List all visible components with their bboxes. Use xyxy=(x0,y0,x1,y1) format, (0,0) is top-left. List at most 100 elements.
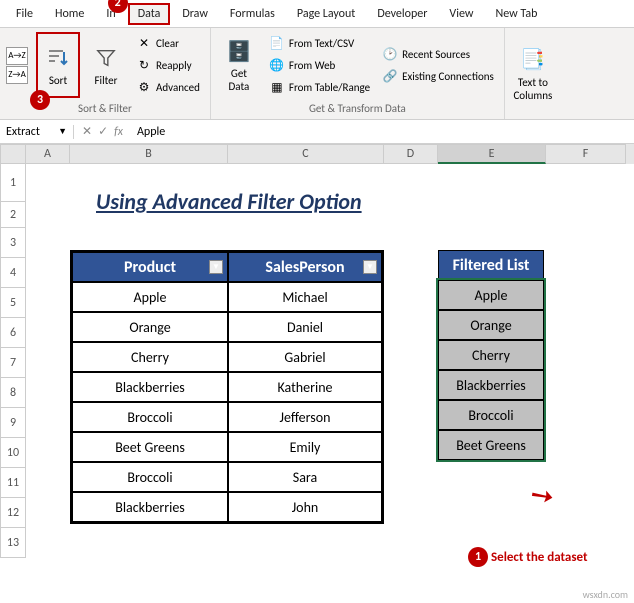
col-header-b[interactable]: B xyxy=(70,144,228,164)
row-header[interactable]: 9 xyxy=(0,408,26,438)
accept-icon[interactable]: ✓ xyxy=(98,124,108,139)
callout-badge-1: 1 xyxy=(468,547,488,567)
reapply-button[interactable]: ↻Reapply xyxy=(132,55,204,75)
tab-file[interactable]: File xyxy=(6,3,43,25)
recent-icon: 🕑 xyxy=(382,46,398,62)
col-header-c[interactable]: C xyxy=(228,144,384,164)
filtered-header[interactable]: Filtered List xyxy=(438,250,544,280)
text-to-columns-icon: 📑 xyxy=(519,46,547,74)
row-header[interactable]: 2 xyxy=(0,202,26,228)
table-row[interactable]: BroccoliSara xyxy=(72,462,382,492)
row-header[interactable]: 11 xyxy=(0,468,26,498)
row-header[interactable]: 6 xyxy=(0,318,26,348)
tab-view[interactable]: View xyxy=(439,3,483,25)
row-header[interactable]: 10 xyxy=(0,438,26,468)
ribbon-tabs: File Home In Data 2 Draw Formulas Page L… xyxy=(0,0,634,28)
row-headers-col: 1 2 3 4 5 6 7 8 9 10 11 12 13 xyxy=(0,164,26,558)
tab-developer[interactable]: Developer xyxy=(367,3,437,25)
group-sort-filter: A→Z Z→A Sort 3 Filter ✕Clear ↻Reapply ⚙A… xyxy=(0,28,211,119)
column-headers: A B C D E F xyxy=(26,144,634,164)
table-row[interactable]: Beet GreensEmily xyxy=(72,432,382,462)
clear-icon: ✕ xyxy=(136,35,152,51)
fx-icon[interactable]: fx xyxy=(114,125,123,139)
col-header-e[interactable]: E xyxy=(438,144,546,164)
tab-data-label: Data xyxy=(138,7,161,21)
list-item[interactable]: Apple xyxy=(438,280,544,310)
row-header[interactable]: 13 xyxy=(0,528,26,558)
page-title: Using Advanced Filter Option xyxy=(96,188,362,215)
spreadsheet-grid: A B C D E F Using Advanced Filter Option… xyxy=(0,144,634,164)
from-web-button[interactable]: 🌐From Web xyxy=(265,55,374,75)
table-row[interactable]: OrangeDaniel xyxy=(72,312,382,342)
tab-formulas[interactable]: Formulas xyxy=(220,3,285,25)
filter-dropdown-icon[interactable]: ▼ xyxy=(209,260,223,274)
row-headers xyxy=(0,144,26,164)
annotation-step1: 1 Select the dataset xyxy=(468,547,588,567)
row-header[interactable]: 3 xyxy=(0,228,26,258)
from-table-button[interactable]: ▦From Table/Range xyxy=(265,77,374,97)
tab-data[interactable]: Data 2 xyxy=(128,3,171,25)
name-box[interactable]: Extract ▼ xyxy=(0,125,74,139)
list-item[interactable]: Orange xyxy=(438,310,544,340)
list-item[interactable]: Blackberries xyxy=(438,370,544,400)
row-header[interactable]: 7 xyxy=(0,348,26,378)
sort-shortcut-col: A→Z Z→A xyxy=(6,47,28,84)
row-header[interactable]: 5 xyxy=(0,288,26,318)
clear-button[interactable]: ✕Clear xyxy=(132,33,204,53)
sort-za-button[interactable]: Z→A xyxy=(6,66,28,84)
formula-input[interactable]: Apple xyxy=(131,125,171,139)
arrow-icon: ➘ xyxy=(522,474,561,516)
table-row[interactable]: AppleMichael xyxy=(72,282,382,312)
advanced-button[interactable]: ⚙Advanced xyxy=(132,77,204,97)
filter-icon xyxy=(92,44,120,72)
annotation-step1-text: Select the dataset xyxy=(491,550,588,565)
filter-label: Filter xyxy=(95,74,118,87)
table-row[interactable]: BlackberriesJohn xyxy=(72,492,382,522)
row-header[interactable]: 1 xyxy=(0,164,26,202)
col-header-f[interactable]: F xyxy=(546,144,626,164)
row-header[interactable]: 8 xyxy=(0,378,26,408)
col-header-a[interactable]: A xyxy=(26,144,70,164)
recent-sources-button[interactable]: 🕑Recent Sources xyxy=(378,44,498,64)
callout-badge-3: 3 xyxy=(30,90,50,110)
tab-draw[interactable]: Draw xyxy=(172,3,218,25)
tab-new-tab[interactable]: New Tab xyxy=(485,3,547,25)
list-item[interactable]: Cherry xyxy=(438,340,544,370)
from-text-csv-button[interactable]: 📄From Text/CSV xyxy=(265,33,374,53)
formula-bar-icons: ✕ ✓ fx xyxy=(74,124,131,139)
list-item[interactable]: Broccoli xyxy=(438,400,544,430)
group-get-transform: 🗄️ Get Data 📄From Text/CSV 🌐From Web ▦Fr… xyxy=(211,28,505,119)
watermark: wsxdn.com xyxy=(583,588,628,601)
header-product[interactable]: Product▼ xyxy=(72,252,228,282)
web-icon: 🌐 xyxy=(269,57,285,73)
table-row[interactable]: CherryGabriel xyxy=(72,342,382,372)
chevron-down-icon: ▼ xyxy=(58,126,67,137)
connections-icon: 🔗 xyxy=(382,68,398,84)
formula-bar: Extract ▼ ✕ ✓ fx Apple xyxy=(0,120,634,144)
get-data-button[interactable]: 🗄️ Get Data xyxy=(217,32,261,98)
existing-connections-button[interactable]: 🔗Existing Connections xyxy=(378,66,498,86)
sort-az-button[interactable]: A→Z xyxy=(6,47,28,65)
header-salesperson[interactable]: SalesPerson▼ xyxy=(228,252,382,282)
text-to-columns-button[interactable]: 📑 Text to Columns xyxy=(511,41,555,107)
csv-icon: 📄 xyxy=(269,35,285,51)
cancel-icon[interactable]: ✕ xyxy=(82,124,92,139)
list-item[interactable]: Beet Greens xyxy=(438,430,544,460)
group-text-to-columns: 📑 Text to Columns xyxy=(505,28,561,119)
tab-home[interactable]: Home xyxy=(45,3,94,25)
advanced-icon: ⚙ xyxy=(136,79,152,95)
table-row[interactable]: BroccoliJefferson xyxy=(72,402,382,432)
row-header[interactable]: 12 xyxy=(0,498,26,528)
row-header[interactable]: 4 xyxy=(0,258,26,288)
group-label-transform: Get & Transform Data xyxy=(217,100,498,117)
sort-button[interactable]: Sort 3 xyxy=(36,32,80,98)
filtered-list-table[interactable]: Filtered List Apple Orange Cherry Blackb… xyxy=(438,250,544,460)
tab-page-layout[interactable]: Page Layout xyxy=(287,3,365,25)
ribbon: A→Z Z→A Sort 3 Filter ✕Clear ↻Reapply ⚙A… xyxy=(0,28,634,120)
table-row[interactable]: BlackberriesKatherine xyxy=(72,372,382,402)
sort-label: Sort xyxy=(49,74,67,87)
filter-button[interactable]: Filter xyxy=(84,32,128,98)
col-header-d[interactable]: D xyxy=(384,144,438,164)
filter-dropdown-icon[interactable]: ▼ xyxy=(363,260,377,274)
data-table[interactable]: Product▼ SalesPerson▼ AppleMichael Orang… xyxy=(70,250,384,524)
